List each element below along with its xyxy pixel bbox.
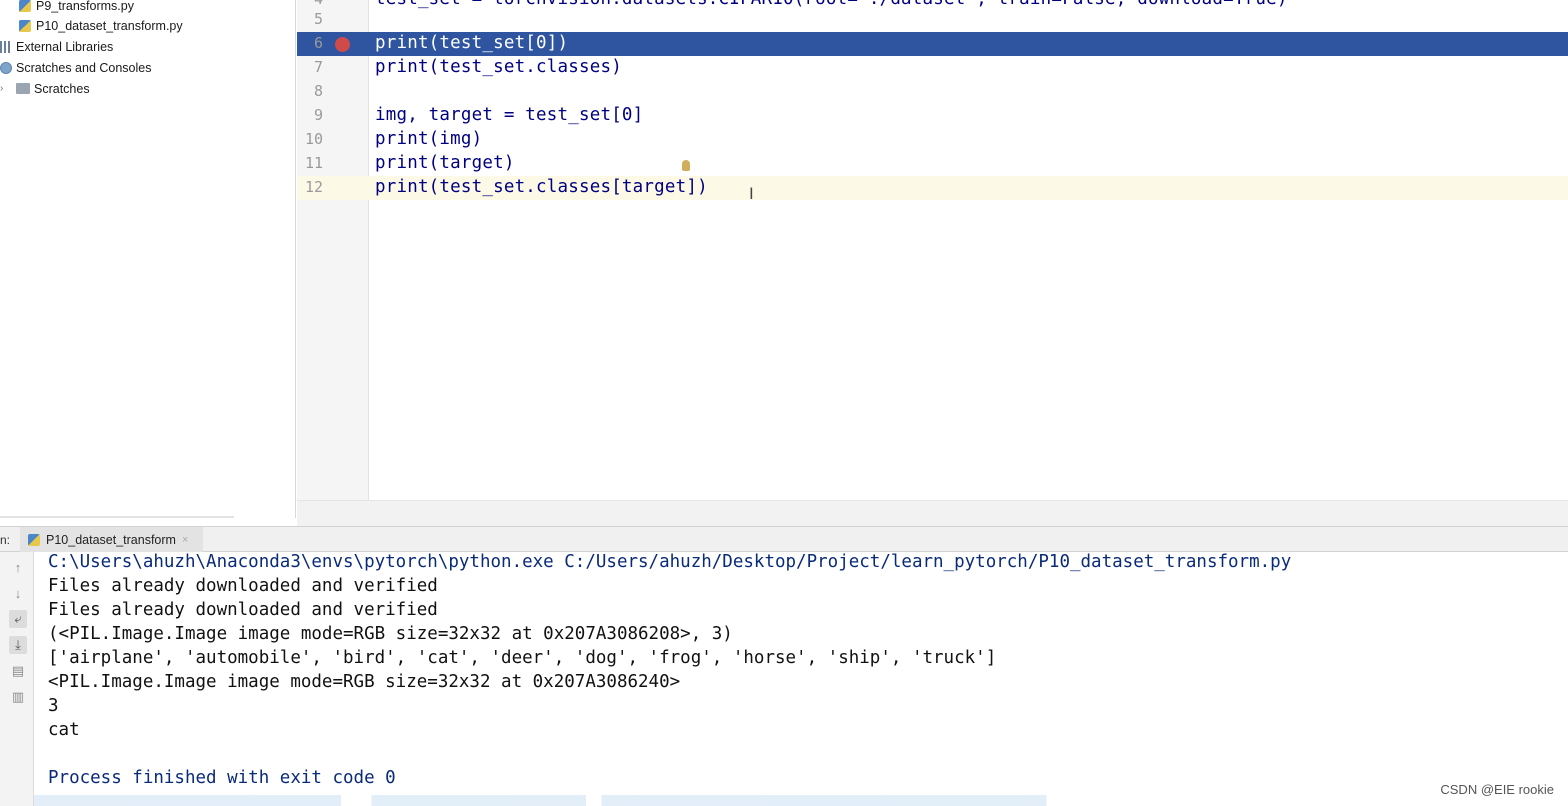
tree-item-scratches[interactable]: › Scratches bbox=[0, 78, 90, 99]
code-text: print(target) bbox=[375, 153, 515, 173]
console-toolbar: ↑ ↓ ⤶ ⤓ ▤ ▥ bbox=[0, 552, 34, 806]
code-text: img, target = test_set[0] bbox=[375, 105, 644, 125]
line-number: 12 bbox=[304, 178, 323, 196]
folder-icon bbox=[16, 83, 30, 94]
run-label: n: bbox=[0, 533, 11, 547]
scroll-to-end-icon[interactable]: ⤓ bbox=[9, 636, 27, 654]
run-tab[interactable]: P10_dataset_transform × bbox=[20, 527, 203, 552]
tree-item-p10-dataset-transform[interactable]: P10_dataset_transform.py bbox=[18, 15, 183, 36]
line-number: 6 bbox=[313, 34, 323, 52]
code-line[interactable]: 8 bbox=[297, 80, 1568, 104]
tree-item-label: Scratches bbox=[34, 81, 90, 96]
line-number: 5 bbox=[313, 10, 323, 28]
console-line: C:\Users\ahuzh\Anaconda3\envs\pytorch\py… bbox=[48, 552, 1292, 572]
code-line[interactable]: 7 print(test_set.classes) bbox=[297, 56, 1568, 80]
console-line-exit: Process finished with exit code 0 bbox=[48, 768, 396, 788]
console-line: 3 bbox=[48, 696, 59, 716]
watermark: CSDN @EIE rookie bbox=[1440, 782, 1554, 797]
console-line: Files already downloaded and verified bbox=[48, 600, 438, 620]
tree-item-p9-transforms[interactable]: P9_transforms.py bbox=[18, 0, 134, 16]
tree-item-label: Scratches and Consoles bbox=[16, 60, 152, 75]
code-text: print(test_set.classes[target]) bbox=[375, 177, 708, 197]
trash-icon[interactable]: ▥ bbox=[9, 688, 27, 706]
console-line: <PIL.Image.Image image mode=RGB size=32x… bbox=[48, 672, 681, 692]
python-file-icon bbox=[19, 19, 31, 32]
console-line: (<PIL.Image.Image image mode=RGB size=32… bbox=[48, 624, 733, 644]
code-text: print(test_set.classes) bbox=[375, 57, 622, 77]
text-cursor-icon: I bbox=[749, 184, 754, 203]
breakpoint-icon[interactable] bbox=[335, 37, 350, 52]
tree-item-label: P9_transforms.py bbox=[36, 0, 134, 13]
print-icon[interactable]: ▤ bbox=[9, 662, 27, 680]
line-number: 11 bbox=[304, 154, 323, 172]
library-icon bbox=[0, 40, 12, 53]
down-arrow-icon[interactable]: ↓ bbox=[9, 584, 27, 602]
code-editor[interactable]: 4 test_set = torchvision.datasets.CIFAR1… bbox=[297, 0, 1568, 500]
code-text: print(img) bbox=[375, 129, 483, 149]
console-line: cat bbox=[48, 720, 80, 740]
tree-item-label: P10_dataset_transform.py bbox=[36, 18, 183, 33]
horizontal-scrollbar[interactable] bbox=[0, 516, 234, 518]
code-line-execution[interactable]: 6 print(test_set[0]) bbox=[297, 32, 1568, 56]
console-line: ['airplane', 'automobile', 'bird', 'cat'… bbox=[48, 648, 997, 668]
run-tab-label: P10_dataset_transform bbox=[46, 532, 176, 547]
tree-item-external-libraries[interactable]: External Libraries bbox=[0, 36, 113, 57]
python-file-icon bbox=[19, 0, 31, 12]
tree-item-label: External Libraries bbox=[16, 39, 114, 54]
chevron-right-icon[interactable]: › bbox=[0, 83, 10, 94]
scratches-icon bbox=[0, 61, 12, 74]
line-number: 10 bbox=[304, 130, 323, 148]
code-line[interactable]: 5 bbox=[297, 8, 1568, 32]
code-line[interactable]: 11 print(target) bbox=[297, 152, 1568, 176]
python-file-icon bbox=[28, 533, 40, 546]
close-icon[interactable]: × bbox=[182, 534, 188, 546]
editor-bottom-bar bbox=[297, 500, 1568, 526]
tree-item-scratches-and-consoles[interactable]: Scratches and Consoles bbox=[0, 57, 152, 78]
code-line-caret[interactable]: 12 print(test_set.classes[target]) bbox=[297, 176, 1568, 200]
console-line: Files already downloaded and verified bbox=[48, 576, 438, 596]
line-number: 9 bbox=[313, 106, 323, 124]
line-number: 4 bbox=[297, 0, 323, 8]
run-tool-header: n: P10_dataset_transform × bbox=[0, 526, 1568, 552]
project-tree-pane: P9_transforms.py P10_dataset_transform.p… bbox=[0, 0, 296, 518]
up-arrow-icon[interactable]: ↑ bbox=[9, 558, 27, 576]
line-number: 7 bbox=[313, 58, 323, 76]
intention-bulb-icon[interactable] bbox=[682, 160, 690, 171]
code-line[interactable]: 9 img, target = test_set[0] bbox=[297, 104, 1568, 128]
run-console[interactable]: ↑ ↓ ⤶ ⤓ ▤ ▥ C:\Users\ahuzh\Anaconda3\env… bbox=[0, 552, 1568, 806]
soft-wrap-icon[interactable]: ⤶ bbox=[9, 610, 27, 628]
code-line[interactable]: 10 print(img) bbox=[297, 128, 1568, 152]
line-number: 8 bbox=[313, 82, 323, 100]
code-text: print(test_set[0]) bbox=[375, 33, 569, 53]
bottom-strip bbox=[34, 795, 1568, 806]
